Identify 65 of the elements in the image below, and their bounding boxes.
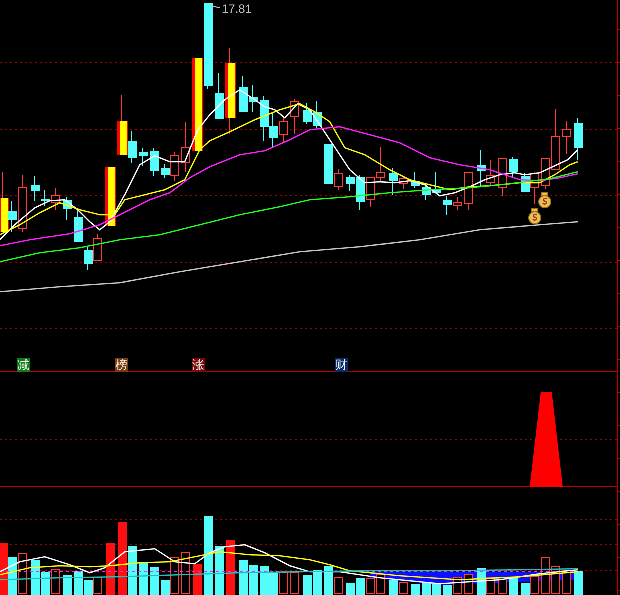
candlestick <box>260 96 269 142</box>
volume-bar <box>356 578 365 595</box>
candlestick <box>269 112 278 148</box>
candlestick <box>280 116 288 142</box>
candlestick <box>400 176 408 190</box>
volume-bar <box>346 583 355 595</box>
volume-bar <box>411 584 420 595</box>
candlestick <box>562 120 572 154</box>
volume-bar <box>249 565 258 595</box>
marker-label: 榜 <box>115 358 128 372</box>
money-bag-icon <box>538 192 552 208</box>
volume-bar <box>269 572 278 595</box>
volume-bar <box>574 571 583 595</box>
candlestick <box>486 160 496 186</box>
candlestick <box>477 150 486 186</box>
candlestick <box>84 246 93 270</box>
candlestick <box>454 196 462 210</box>
candlestick <box>324 144 333 184</box>
volume-bar <box>215 546 224 595</box>
volume-bar <box>509 578 518 595</box>
volume-bar <box>422 582 431 595</box>
candlestick <box>74 210 83 242</box>
volume-bar <box>324 566 333 595</box>
candlestick <box>239 76 248 112</box>
volume-bar <box>239 560 248 595</box>
marker-label: 财 <box>335 358 348 372</box>
money-bag-icon <box>528 208 542 224</box>
candlestick <box>18 174 28 232</box>
candlestick <box>376 146 386 182</box>
candlestick <box>52 188 60 210</box>
volume-bar <box>193 564 202 595</box>
candlestick <box>150 148 159 176</box>
candlestick <box>63 196 72 220</box>
volume-bar <box>313 570 322 595</box>
candlestick <box>290 98 300 134</box>
candlestick <box>464 172 474 210</box>
candlestick <box>139 148 148 166</box>
volume-bar <box>432 584 441 595</box>
volume-bar <box>150 567 159 595</box>
volume-bar <box>389 580 398 595</box>
volume-bar <box>226 540 235 595</box>
volume-bar <box>139 563 148 595</box>
volume-bar <box>106 543 115 595</box>
candlestick <box>334 168 344 190</box>
candlestick <box>509 156 518 178</box>
price-label: 17.81 <box>210 2 252 16</box>
candlestick <box>432 172 441 194</box>
candlestick <box>313 100 322 128</box>
candlestick <box>94 234 102 262</box>
marker-label: 减 <box>17 358 30 372</box>
candlestick <box>303 102 312 124</box>
volume-bar <box>63 575 72 595</box>
volume-bar <box>260 566 269 595</box>
candlestick <box>105 166 116 226</box>
candlestick <box>498 158 508 196</box>
candlestick <box>443 196 452 216</box>
candlestick <box>422 184 431 200</box>
candlestick <box>249 84 258 112</box>
candlestick <box>411 172 420 188</box>
marker-label: 涨 <box>192 358 205 372</box>
volume-bar <box>443 585 452 595</box>
candlestick <box>574 118 583 160</box>
candlestick <box>389 168 398 196</box>
volume-bar <box>303 575 312 595</box>
candlestick <box>182 122 190 172</box>
